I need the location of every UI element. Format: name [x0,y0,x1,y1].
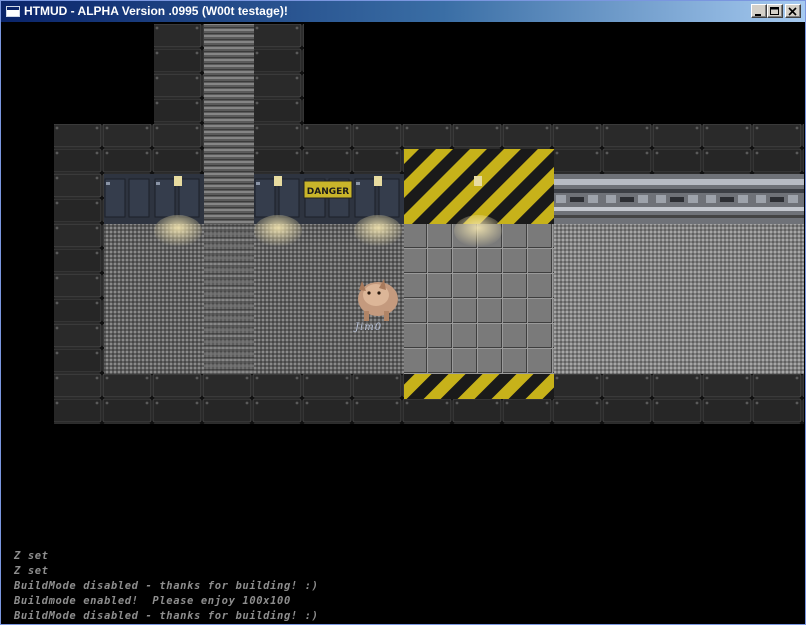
close-icon [788,7,797,16]
title-bar[interactable]: HTMUD - ALPHA Version .0995 (W00t testag… [1,1,805,22]
chat-log: Z set Z set BuildMode disabled - thanks … [14,549,774,624]
player-avatar[interactable] [352,275,402,323]
window-title: HTMUD - ALPHA Version .0995 (W00t testag… [24,4,288,18]
grate-floor-light [554,224,804,374]
chat-line: Buildmode enabled! Please enjoy 100x100 [14,595,291,607]
chat-line: BuildMode disabled - thanks for building… [14,580,319,592]
hazard-wall [404,149,554,224]
lamp-glow [154,215,202,247]
player-name-label: Jim0 [355,322,383,333]
tech-wall [554,174,804,224]
minimize-button[interactable] [751,4,767,18]
tile-map: DANGER [54,24,804,424]
lamp-glow [354,215,402,247]
game-viewport[interactable]: DANGER Jim0 Z set Z set BuildMode disabl… [2,23,804,624]
wall-panel [104,174,204,224]
lamp [374,176,382,186]
hazard-floor [404,374,554,399]
window-app-icon [6,6,20,17]
lamp [274,176,282,186]
chat-line: Z set [14,550,49,562]
lamp [174,176,182,186]
lamp-glow [254,215,302,247]
lamp-glow [454,215,502,247]
maximize-icon [770,7,779,15]
grate-floor-strip [204,224,254,374]
lamp [474,176,482,186]
danger-sign-label: DANGER [307,187,350,197]
corridor-floor [204,24,254,224]
chat-line: Z set [14,565,49,577]
close-button[interactable] [785,4,801,18]
game-window: HTMUD - ALPHA Version .0995 (W00t testag… [0,0,806,625]
chat-line: BuildMode disabled - thanks for building… [14,610,319,622]
minimize-icon [755,14,761,16]
maximize-button[interactable] [767,4,783,18]
